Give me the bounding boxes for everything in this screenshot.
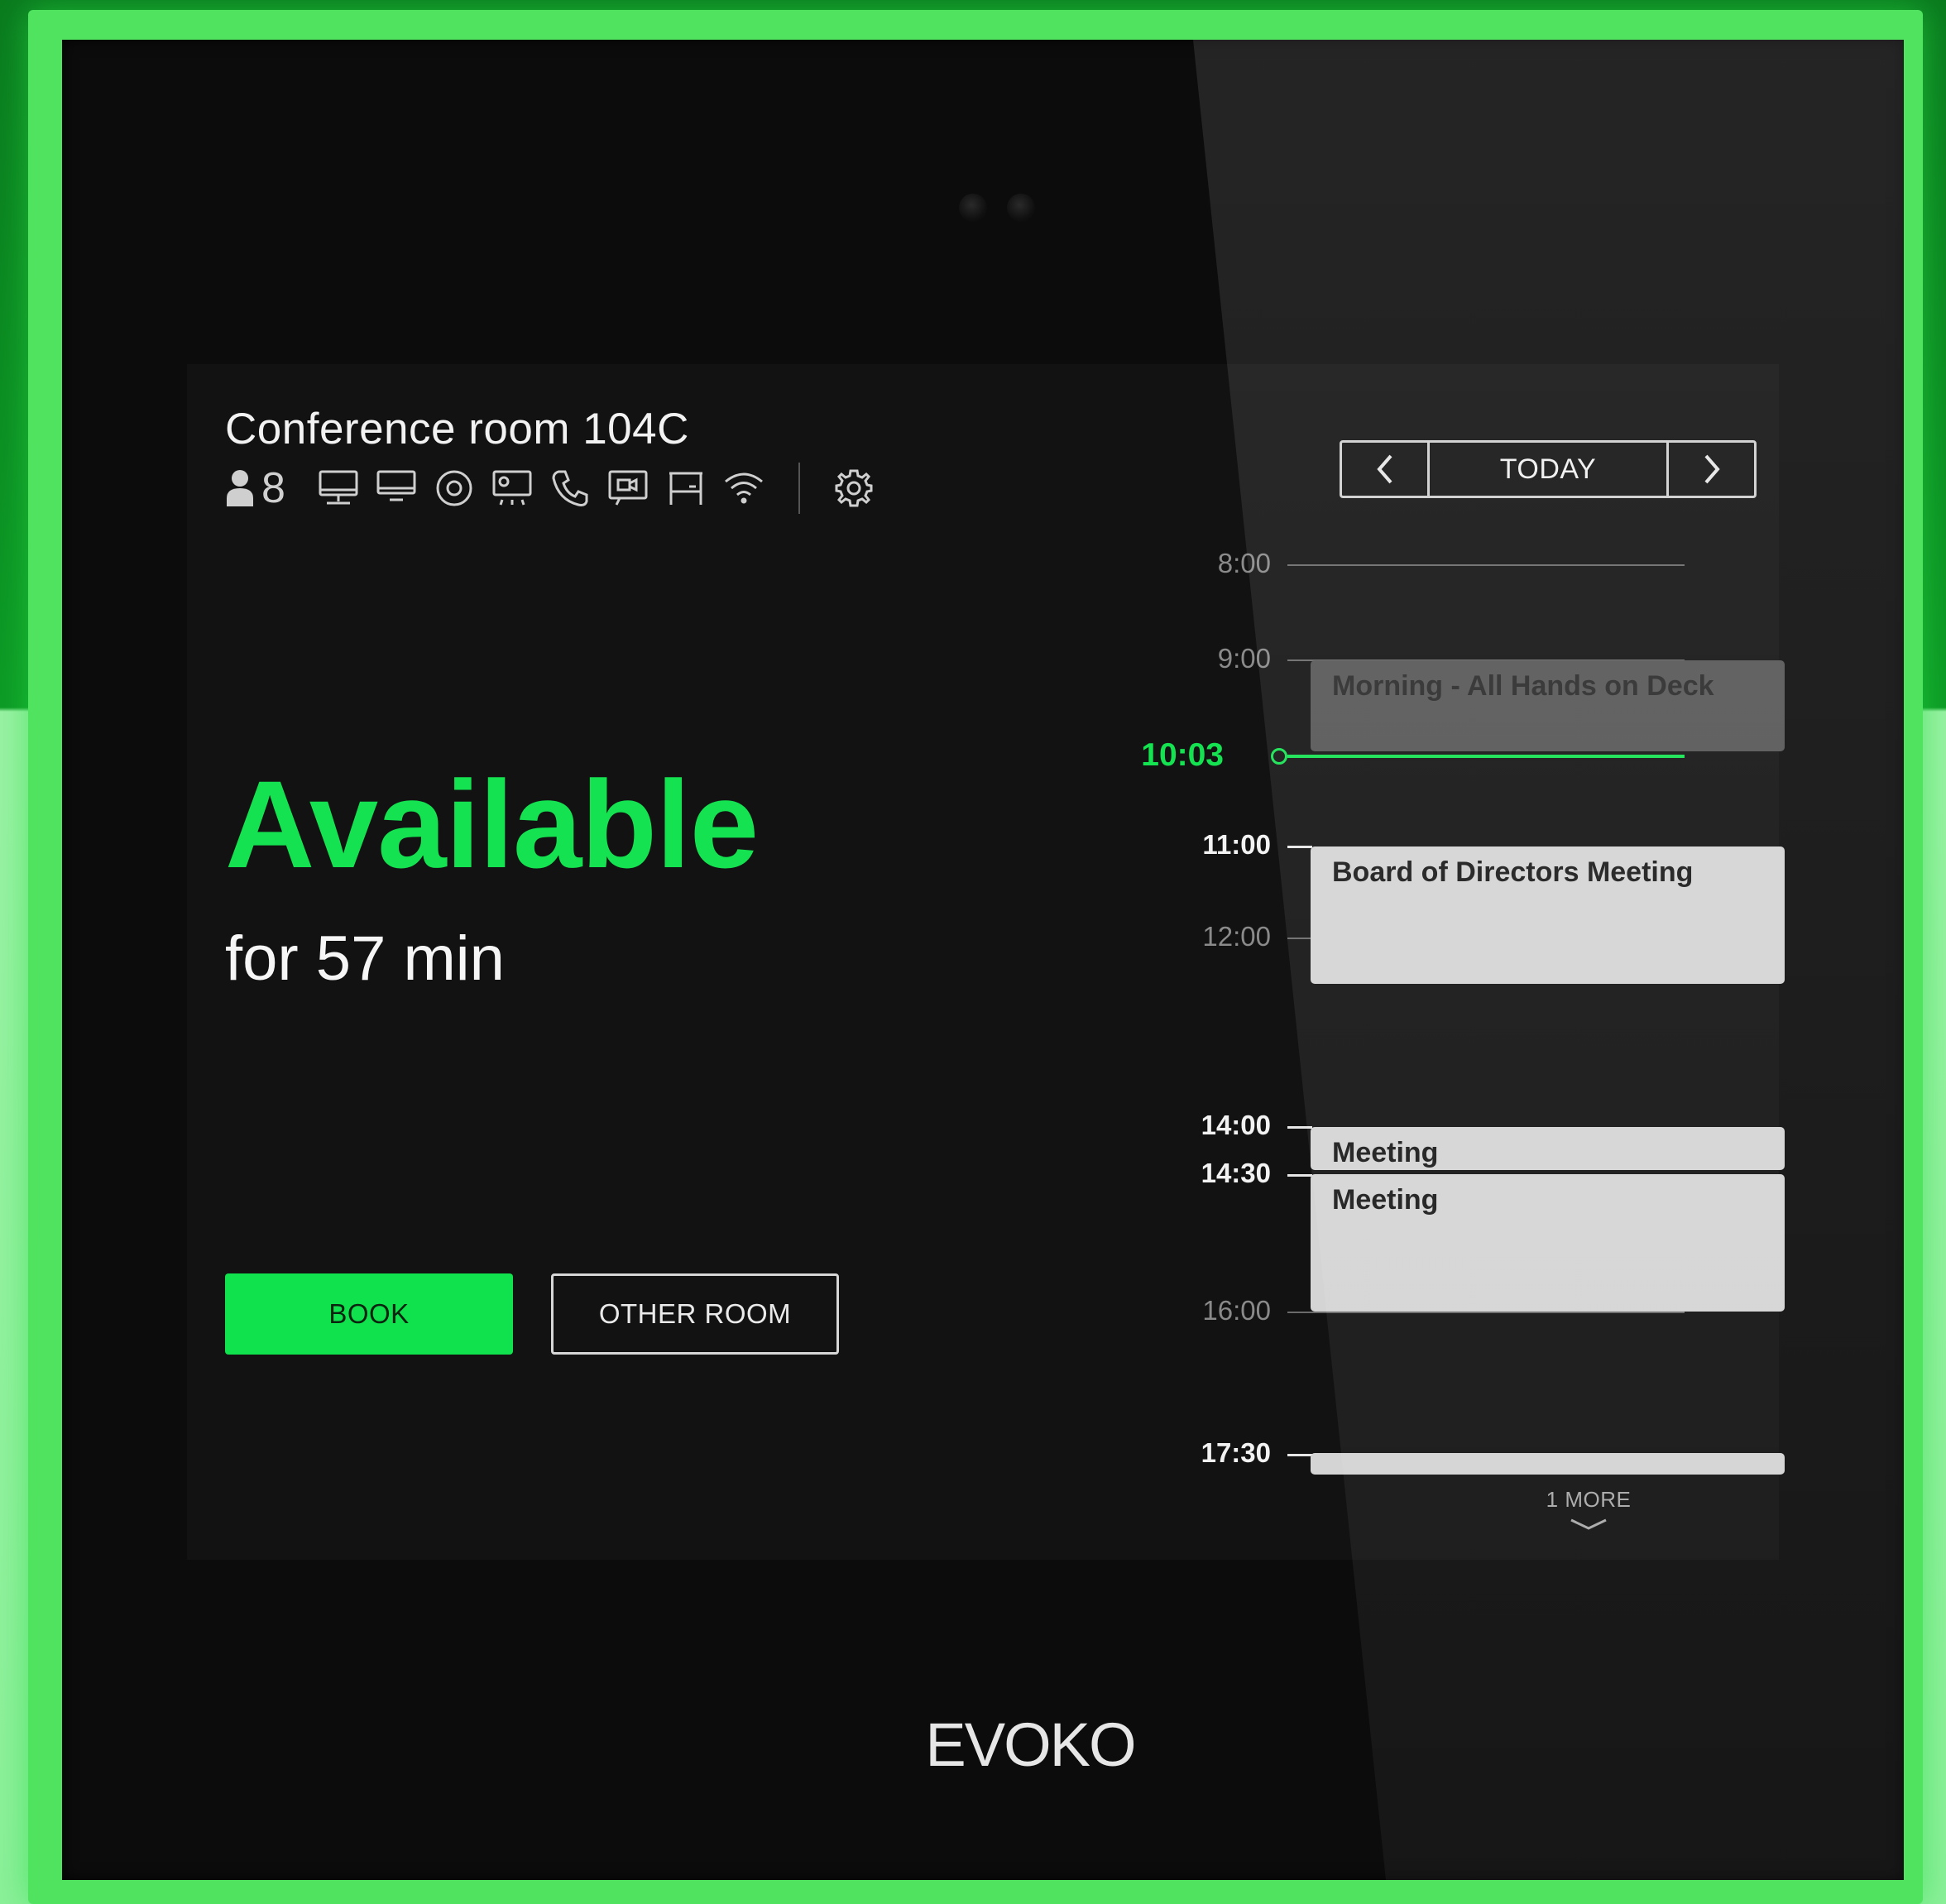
current-time-line <box>1287 755 1685 758</box>
time-tick <box>1287 846 1312 848</box>
booking-screen: Conference room 104C 8 Available for 57 … <box>187 364 1785 1560</box>
book-button[interactable]: BOOK <box>225 1273 513 1355</box>
calendar-event[interactable]: Morning - All Hands on Deck <box>1311 660 1785 751</box>
display-icon <box>376 470 416 501</box>
previous-day-button[interactable] <box>1342 443 1427 496</box>
phone-icon <box>552 470 588 506</box>
current-time-label: 10:03 <box>1141 737 1224 773</box>
camera-lens-icon <box>959 194 987 222</box>
amenity-bar: 8 <box>225 463 875 514</box>
time-label: 11:00 <box>1202 829 1271 860</box>
availability-duration: for 57 min <box>225 923 505 994</box>
projector-icon <box>492 470 532 506</box>
monitor-icon <box>319 470 358 505</box>
current-time-marker <box>1271 748 1287 765</box>
whiteboard-icon <box>669 472 702 505</box>
time-label: 16:00 <box>1202 1295 1271 1326</box>
time-label: 9:00 <box>1217 643 1271 674</box>
gear-icon[interactable] <box>833 468 875 509</box>
amenity-divider <box>798 463 800 514</box>
today-button[interactable]: TODAY <box>1427 443 1669 496</box>
capacity-count: 8 <box>261 464 285 512</box>
webcam-icon <box>436 470 472 506</box>
chevron-down-icon[interactable] <box>1570 1518 1608 1531</box>
time-label: 14:00 <box>1201 1110 1271 1140</box>
next-day-button[interactable] <box>1669 443 1754 496</box>
calendar-event[interactable]: Board of Directors Meeting <box>1311 846 1785 984</box>
time-label: 8:00 <box>1217 548 1271 578</box>
time-tick <box>1287 1454 1312 1456</box>
date-navigator: TODAY <box>1340 440 1757 498</box>
brand-logo: EVOKO <box>925 1710 1136 1779</box>
time-label: 14:30 <box>1201 1158 1271 1188</box>
chevron-right-icon <box>1704 454 1720 484</box>
hour-line <box>1287 1312 1685 1313</box>
time-tick <box>1287 1174 1312 1177</box>
calendar-event[interactable] <box>1311 1453 1785 1475</box>
camera-lens-icon <box>1007 194 1035 222</box>
other-room-button[interactable]: OTHER ROOM <box>551 1273 839 1355</box>
chevron-left-icon <box>1376 454 1392 484</box>
wifi-icon <box>724 472 763 504</box>
calendar-event[interactable]: Meeting <box>1311 1174 1785 1312</box>
room-title: Conference room 104C <box>225 405 689 453</box>
time-tick <box>1287 1126 1312 1129</box>
time-label: 12:00 <box>1202 921 1271 952</box>
device-glass: Conference room 104C 8 Available for 57 … <box>62 40 1904 1880</box>
capacity-indicator: 8 <box>225 463 285 513</box>
availability-status: Available <box>225 755 759 894</box>
hour-line <box>1287 564 1685 566</box>
calendar-event[interactable]: Meeting <box>1311 1127 1785 1170</box>
time-label: 17:30 <box>1201 1437 1271 1468</box>
video-conference-icon <box>608 470 648 506</box>
person-icon <box>227 470 253 506</box>
more-events-button[interactable]: 1 MORE <box>1506 1487 1671 1513</box>
